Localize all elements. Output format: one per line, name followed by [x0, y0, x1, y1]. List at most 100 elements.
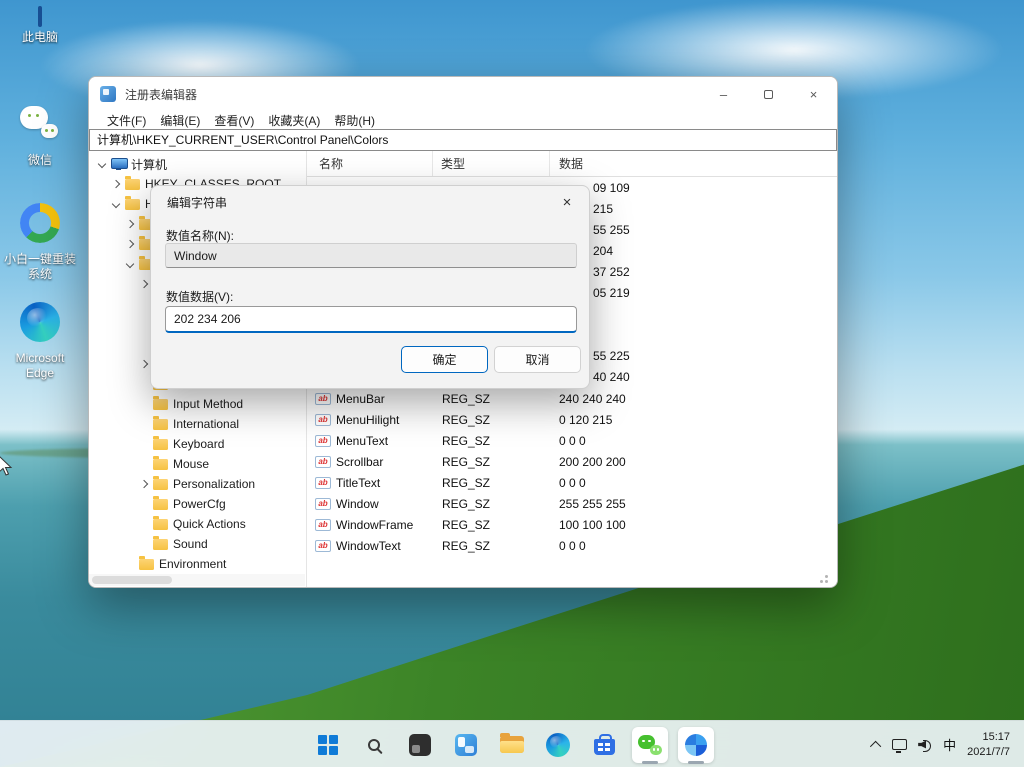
tree-item-international[interactable]: International — [89, 414, 306, 434]
maximize-button[interactable] — [746, 77, 791, 111]
chevron-right-icon[interactable] — [137, 477, 151, 491]
chevron-down-icon[interactable] — [109, 197, 123, 211]
blue-app-button[interactable] — [676, 725, 716, 765]
value-data-field[interactable] — [165, 306, 577, 333]
desktop-icon-wechat[interactable]: 微信 — [2, 104, 78, 168]
column-header-data[interactable]: 数据 — [550, 151, 837, 176]
value-type: REG_SZ — [433, 476, 550, 490]
chevron-right-icon[interactable] — [137, 277, 151, 291]
ime-indicator[interactable]: 中 — [943, 735, 956, 754]
chevron-right-icon[interactable] — [123, 217, 137, 231]
taskbar: 中 15:17 2021/7/7 — [0, 720, 1024, 767]
close-button[interactable]: × — [791, 77, 836, 111]
wechat-tile — [632, 727, 668, 763]
value-name: MenuText — [336, 434, 388, 448]
column-header-name[interactable]: 名称 — [307, 151, 433, 176]
chevron-down-icon[interactable] — [123, 257, 137, 271]
table-row[interactable]: abWindowTextREG_SZ0 0 0 — [307, 535, 837, 556]
menu-view[interactable]: 查看(V) — [207, 112, 261, 129]
wechat-button[interactable] — [630, 725, 670, 765]
resize-grip[interactable] — [825, 575, 828, 578]
menu-file[interactable]: 文件(F) — [100, 112, 153, 129]
tree-item-personalization[interactable]: Personalization — [89, 474, 306, 494]
minimize-button[interactable]: – — [701, 77, 746, 111]
tree-item-environment[interactable]: Environment — [89, 554, 306, 574]
column-header-type[interactable]: 类型 — [433, 151, 550, 176]
table-row[interactable]: abScrollbarREG_SZ200 200 200 — [307, 451, 837, 472]
value-name: TitleText — [336, 476, 380, 490]
search-button[interactable] — [354, 725, 394, 765]
taskbar-app-dark[interactable] — [400, 725, 440, 765]
tree-item-quick-actions[interactable]: Quick Actions — [89, 514, 306, 534]
folder-icon — [153, 419, 168, 430]
tree-item-sound[interactable]: Sound — [89, 534, 306, 554]
value-data: 0 0 0 — [550, 539, 837, 553]
table-row[interactable]: abWindowREG_SZ255 255 255 — [307, 493, 837, 514]
title-bar[interactable]: 注册表编辑器 – × — [89, 77, 837, 111]
value-type: REG_SZ — [433, 518, 550, 532]
blue-app-tile — [678, 727, 714, 763]
list-header: 名称 类型 数据 — [307, 151, 837, 177]
reg-sz-icon: ab — [315, 519, 331, 531]
chevron-right-icon[interactable] — [109, 177, 123, 191]
value-type: REG_SZ — [433, 455, 550, 469]
reg-sz-icon: ab — [315, 498, 331, 510]
address-bar[interactable]: 计算机\HKEY_CURRENT_USER\Control Panel\Colo… — [89, 129, 837, 151]
table-row[interactable]: abMenuTextREG_SZ0 0 0 — [307, 430, 837, 451]
tree-item-label: Sound — [173, 537, 208, 551]
tray-overflow-chevron-icon[interactable] — [870, 740, 881, 751]
volume-icon[interactable] — [918, 739, 932, 751]
desktop-icon-this-pc[interactable]: 此电脑 — [2, 8, 78, 45]
table-row[interactable]: abMenuHilightREG_SZ0 120 215 — [307, 409, 837, 430]
desktop-icon-edge[interactable]: Microsoft Edge — [2, 302, 78, 381]
value-data: 100 100 100 — [550, 518, 837, 532]
ok-button[interactable]: 确定 — [401, 346, 488, 373]
dialog-title-bar[interactable]: 编辑字符串 × — [151, 186, 589, 218]
tree-item-powercfg[interactable]: PowerCfg — [89, 494, 306, 514]
tree-item-computer[interactable]: 计算机 — [89, 154, 306, 174]
wechat-icon — [18, 104, 62, 144]
value-name-field[interactable] — [165, 243, 577, 268]
cancel-button[interactable]: 取消 — [494, 346, 581, 373]
reg-sz-icon: ab — [315, 477, 331, 489]
tree-item-keyboard[interactable]: Keyboard — [89, 434, 306, 454]
table-row[interactable]: ab TitleText REG_SZ0 0 0 — [307, 472, 837, 493]
menu-help[interactable]: 帮助(H) — [327, 112, 382, 129]
menu-edit[interactable]: 编辑(E) — [153, 112, 207, 129]
partial-data-value: 215 — [593, 199, 613, 220]
tree-item-input-method[interactable]: Input Method — [89, 394, 306, 414]
value-data: 200 200 200 — [550, 455, 837, 469]
tree-item-mouse[interactable]: Mouse — [89, 454, 306, 474]
horizontal-scrollbar[interactable] — [89, 574, 305, 586]
table-row[interactable]: ab WindowFrame REG_SZ100 100 100 — [307, 514, 837, 535]
value-data: 240 240 240 — [550, 392, 837, 406]
tree-item-label: Quick Actions — [173, 517, 246, 531]
chevron-right-icon[interactable] — [137, 357, 151, 371]
store-button[interactable] — [584, 725, 624, 765]
dialog-title: 编辑字符串 — [167, 194, 227, 211]
network-icon[interactable] — [892, 739, 907, 750]
close-icon[interactable]: × — [545, 186, 589, 218]
file-explorer-button[interactable] — [492, 725, 532, 765]
table-row[interactable]: abMenuBarREG_SZ240 240 240 — [307, 388, 837, 409]
desktop-icon-xiaobai[interactable]: 小白一键重装 系统 — [2, 203, 78, 282]
value-name: WindowFrame — [336, 518, 413, 532]
chevron-right-icon[interactable] — [123, 237, 137, 251]
edit-string-dialog: 编辑字符串 × 数值名称(N): 数值数据(V): 确定 取消 — [150, 185, 590, 389]
widgets-button[interactable] — [446, 725, 486, 765]
folder-icon — [153, 539, 168, 550]
partial-data-value: 05 219 — [593, 283, 630, 304]
folder-icon — [153, 499, 168, 510]
partial-data-value: 204 — [593, 241, 613, 262]
value-data: 0 0 0 — [550, 476, 837, 490]
edge-button[interactable] — [538, 725, 578, 765]
chevron-down-icon[interactable] — [95, 157, 109, 171]
start-button[interactable] — [308, 725, 348, 765]
menu-favorites[interactable]: 收藏夹(A) — [261, 112, 327, 129]
desktop-icon-label: Microsoft Edge — [2, 351, 78, 381]
tray-clock[interactable]: 15:17 2021/7/7 — [967, 730, 1010, 760]
value-name: WindowText — [336, 539, 401, 553]
edge-icon — [20, 302, 60, 342]
scrollbar-thumb[interactable] — [92, 576, 172, 584]
value-data: 0 0 0 — [550, 434, 837, 448]
